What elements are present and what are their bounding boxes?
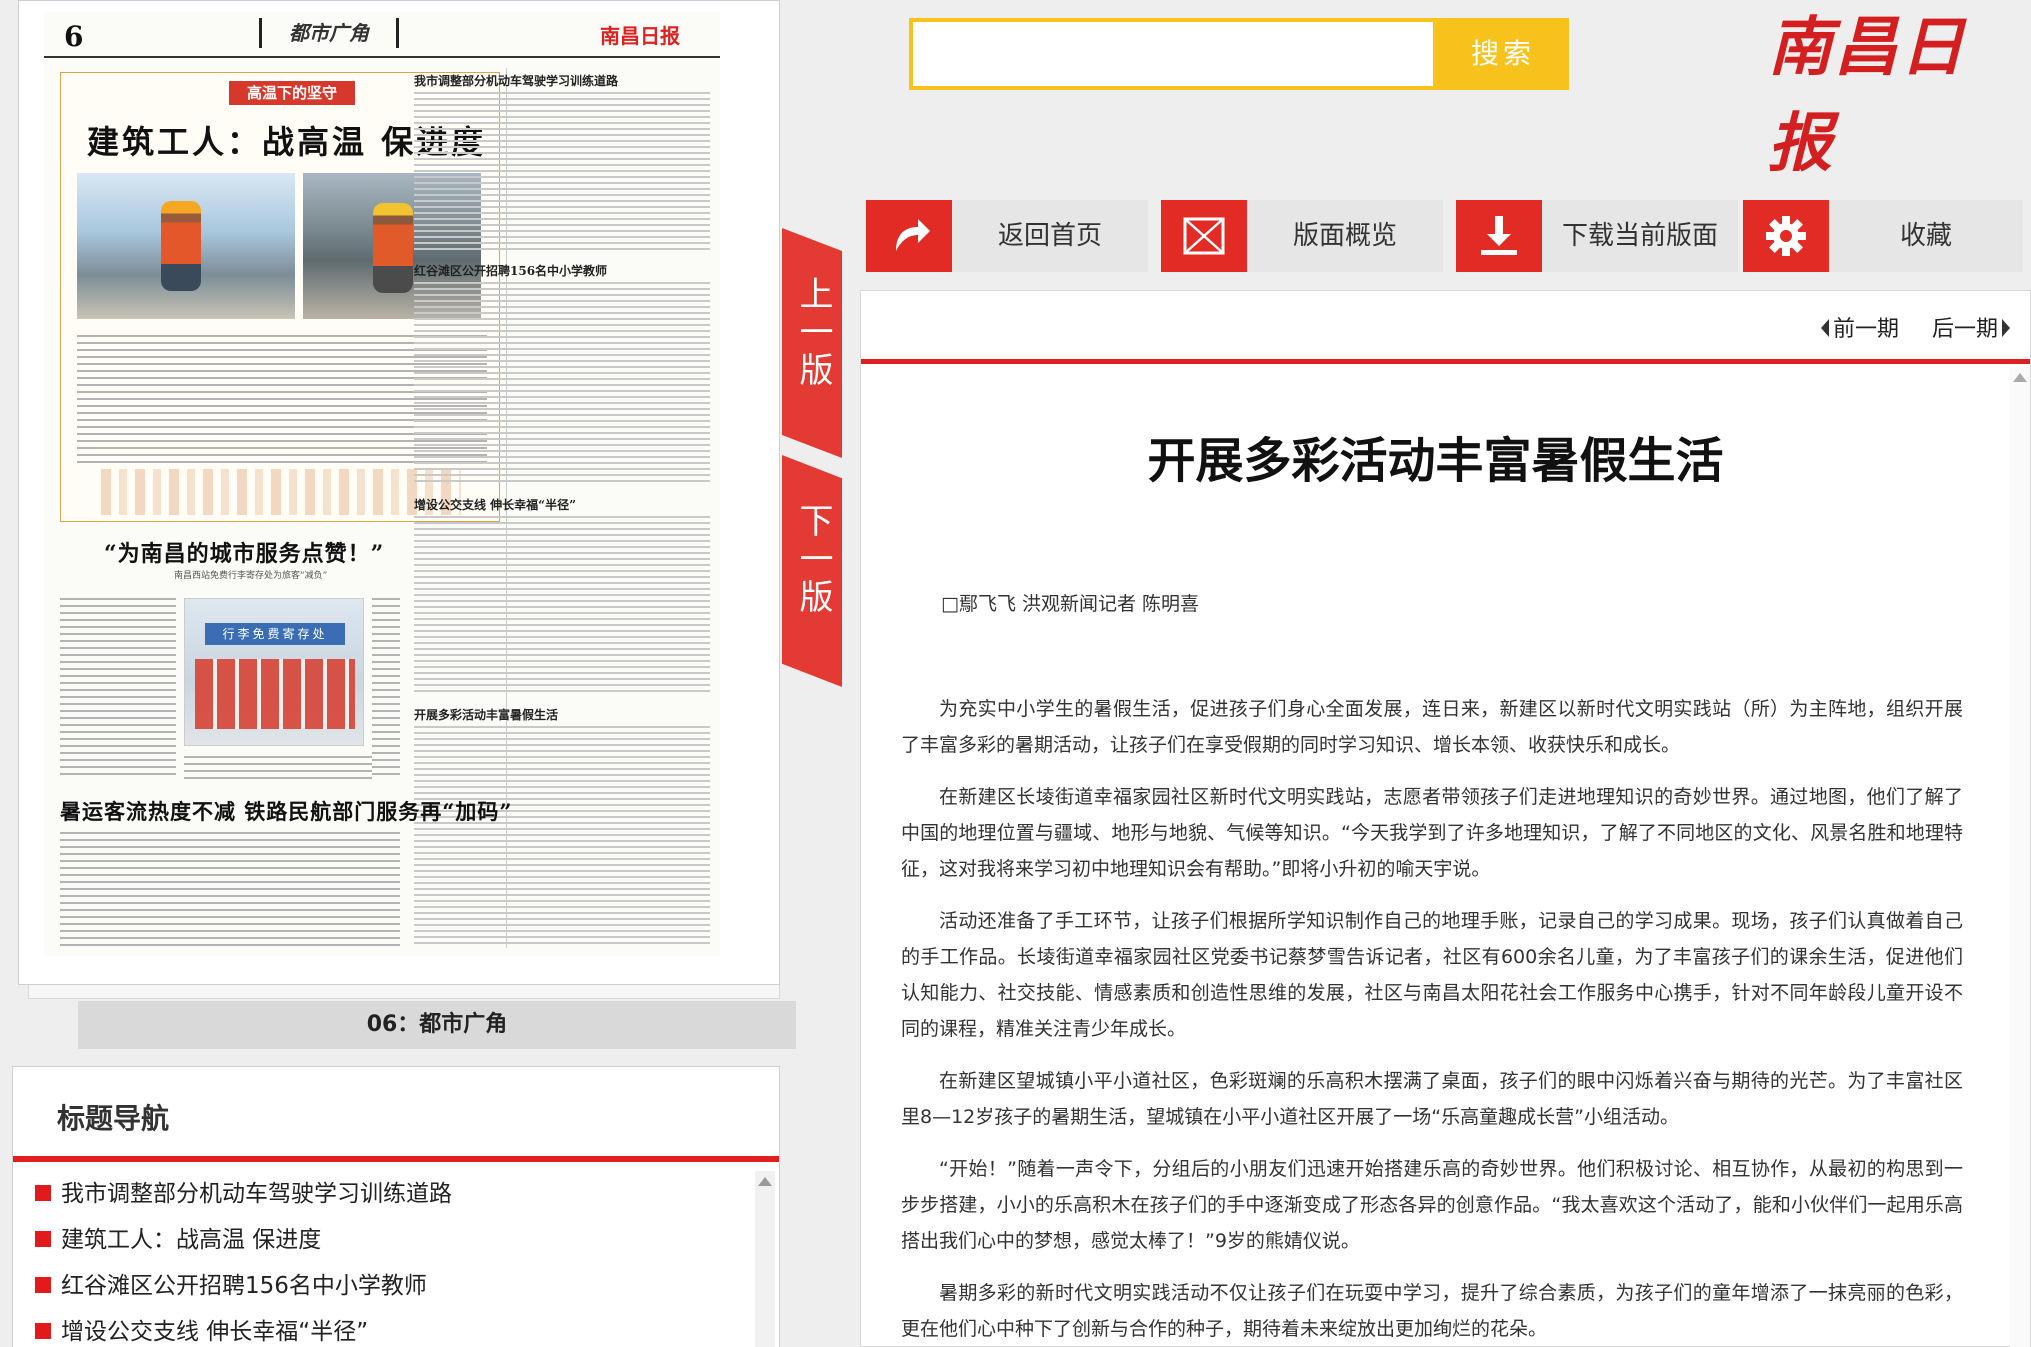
article-body: 为充实中小学生的暑假生活，促进孩子们身心全面发展，连日来，新建区以新时代文明实践…	[901, 691, 1963, 1347]
nav-list-item[interactable]: 建筑工人：战高温 保进度	[35, 1217, 755, 1263]
bottom-headline[interactable]: 暑运客流热度不减 铁路民航部门服务再“加码”	[60, 796, 512, 826]
article-paragraph: 为充实中小学生的暑假生活，促进孩子们身心全面发展，连日来，新建区以新时代文明实践…	[901, 698, 1963, 756]
article-paragraph: 活动还准备了手工环节，让孩子们根据所学知识制作自己的地理手账，记录自己的学习成果…	[901, 910, 1963, 1040]
article-byline: □鄢飞飞 洪观新闻记者 陈明喜	[941, 593, 1200, 615]
article-paragraph: 在新建区长堎街道幸福家园社区新时代文明实践站，志愿者带领孩子们走进地理知识的奇妙…	[901, 786, 1963, 880]
search-input[interactable]	[909, 18, 1437, 90]
download-label: 下载当前版面	[1561, 221, 1718, 251]
prev-page-label: 上一版	[793, 276, 833, 390]
mid-text-left	[60, 598, 176, 778]
overview-label: 版面概览	[1292, 221, 1397, 251]
nav-list-item[interactable]: 红谷滩区公开招聘156名中小学教师	[35, 1263, 755, 1309]
page-stack-shadow	[28, 985, 780, 999]
search-button[interactable]: 搜索	[1437, 18, 1569, 90]
right-head-4[interactable]: 开展多彩活动丰富暑假生活	[414, 706, 558, 723]
envelope-icon	[1161, 200, 1247, 272]
triangle-left-icon	[1820, 319, 1829, 337]
title-navigation-rule	[13, 1156, 779, 1162]
mid-text-bottom	[184, 756, 372, 780]
article-scrollbar[interactable]	[2010, 367, 2030, 1347]
right-head-2[interactable]: 红谷滩区公开招聘156名中小学教师	[414, 262, 607, 279]
lead-kicker: 高温下的坚守	[229, 81, 355, 105]
luggage-storage-photo: 行李免费寄存处	[184, 598, 364, 746]
masthead-logo: 南昌日报	[600, 24, 680, 48]
favorite-label: 收藏	[1899, 221, 1952, 251]
home-button[interactable]: 返回首页	[866, 200, 1148, 272]
right-head-3[interactable]: 增设公交支线 伸长幸福“半径”	[414, 496, 576, 513]
gear-icon	[1743, 200, 1829, 272]
triangle-right-icon	[2002, 319, 2010, 337]
mid-subline: 南昌西站免费行李寄存处为旅客“减负”	[174, 571, 328, 581]
favorite-button[interactable]: 收藏	[1743, 200, 2023, 272]
prev-issue-link[interactable]: 前一期	[1820, 317, 1899, 342]
skyline-decoration	[101, 469, 461, 515]
article-rule	[861, 359, 2030, 364]
download-icon	[1456, 200, 1542, 272]
mid-text-right	[372, 598, 400, 778]
worker-photo-1	[77, 173, 295, 319]
article-paragraph: 在新建区望城镇小平小道社区，色彩斑斓的乐高积木摆满了桌面，孩子们的眼中闪烁着兴奋…	[901, 1070, 1963, 1128]
title-navigation-list: 我市调整部分机动车驾驶学习训练道路 建筑工人：战高温 保进度 红谷滩区公开招聘1…	[35, 1171, 755, 1347]
right-text-4	[414, 726, 710, 946]
photo-sign: 行李免费寄存处	[205, 623, 345, 645]
photo-booth	[195, 659, 355, 729]
nanchang-daily-logo[interactable]: 南昌日报	[1768, 0, 2028, 181]
scroll-up-icon[interactable]	[758, 1177, 772, 1186]
article-paragraph: 暑期多彩的新时代文明实践活动不仅让孩子们在玩耍中学习，提升了综合素质，为孩子们的…	[901, 1282, 1963, 1340]
section-tab: 都市广角	[259, 18, 399, 48]
home-label: 返回首页	[997, 221, 1102, 251]
page-caption: 06：都市广角	[78, 1001, 796, 1049]
issue-navigation: 前一期 后一期	[1795, 311, 2010, 343]
page-masthead: 6 都市广角 南昌日报	[44, 12, 720, 58]
title-navigation: 标题导航 我市调整部分机动车驾驶学习训练道路 建筑工人：战高温 保进度 红谷滩区…	[12, 1066, 780, 1347]
next-page-button[interactable]: 下一版	[782, 455, 842, 687]
prev-page-button[interactable]: 上一版	[782, 228, 842, 458]
download-page-button[interactable]: 下载当前版面	[1456, 200, 1738, 272]
right-head-1[interactable]: 我市调整部分机动车驾驶学习训练道路	[414, 72, 618, 89]
right-text-2	[414, 282, 710, 482]
newspaper-page-thumbnail[interactable]: 6 都市广角 南昌日报 高温下的坚守 建筑工人：战高温 保进度 我市调整部分机动…	[44, 12, 720, 956]
mid-headline[interactable]: “为南昌的城市服务点赞！”	[104, 536, 384, 568]
article-panel: 前一期 后一期 开展多彩活动丰富暑假生活 □鄢飞飞 洪观新闻记者 陈明喜 为充实…	[860, 290, 2031, 1347]
scroll-up-icon[interactable]	[2013, 373, 2027, 382]
nav-list-item[interactable]: 我市调整部分机动车驾驶学习训练道路	[35, 1171, 755, 1217]
right-text-3	[414, 516, 710, 696]
bottom-text	[60, 832, 400, 950]
article-paragraph: “开始！”随着一声令下，分组后的小朋友们迅速开始搭建乐高的奇妙世界。他们积极讨论…	[901, 1158, 1963, 1252]
page-overview-button[interactable]: 版面概览	[1161, 200, 1443, 272]
next-issue-link[interactable]: 后一期	[1932, 317, 2010, 342]
return-arrow-icon	[866, 200, 952, 272]
title-navigation-scrollbar[interactable]	[755, 1171, 775, 1347]
right-text-1	[414, 92, 710, 252]
title-navigation-heading: 标题导航	[57, 1102, 170, 1135]
page-number: 6	[64, 20, 84, 53]
nav-list-item[interactable]: 增设公交支线 伸长幸福“半径”	[35, 1309, 755, 1347]
next-page-label: 下一版	[793, 503, 833, 617]
article-title: 开展多彩活动丰富暑假生活	[1147, 433, 1724, 489]
